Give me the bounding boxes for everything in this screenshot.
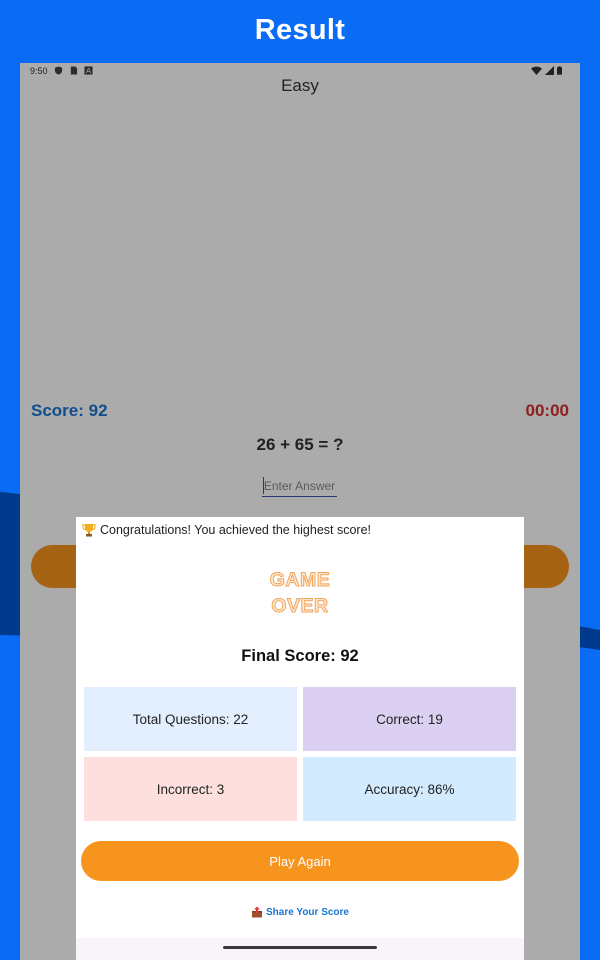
game-over-line2: OVER bbox=[271, 595, 329, 618]
stat-accuracy: Accuracy: 86% bbox=[303, 757, 516, 821]
device-screen: 9:50 A Easy Score: 92 00:00 26 + 65 = ? bbox=[20, 63, 580, 960]
play-again-button[interactable]: Play Again bbox=[81, 841, 519, 881]
stat-total-questions: Total Questions: 22 bbox=[84, 687, 297, 751]
dialog-footer bbox=[76, 938, 524, 960]
congrats-message: Congratulations! You achieved the highes… bbox=[82, 523, 371, 537]
share-icon bbox=[252, 906, 262, 918]
share-label: Share Your Score bbox=[266, 906, 349, 918]
game-over-line1: GAME bbox=[269, 569, 331, 592]
page-title: Result bbox=[254, 14, 346, 46]
gesture-nav-handle[interactable] bbox=[223, 946, 377, 949]
final-score: Final Score: 92 bbox=[241, 647, 359, 665]
stat-correct: Correct: 19 bbox=[303, 687, 516, 751]
trophy-icon bbox=[82, 524, 96, 537]
result-dialog: Congratulations! You achieved the highes… bbox=[76, 517, 524, 960]
game-over-title: GAME OVER bbox=[76, 567, 524, 619]
share-score-link[interactable]: Share Your Score bbox=[76, 906, 524, 918]
stat-incorrect: Incorrect: 3 bbox=[84, 757, 297, 821]
congrats-text: Congratulations! You achieved the highes… bbox=[100, 523, 372, 537]
